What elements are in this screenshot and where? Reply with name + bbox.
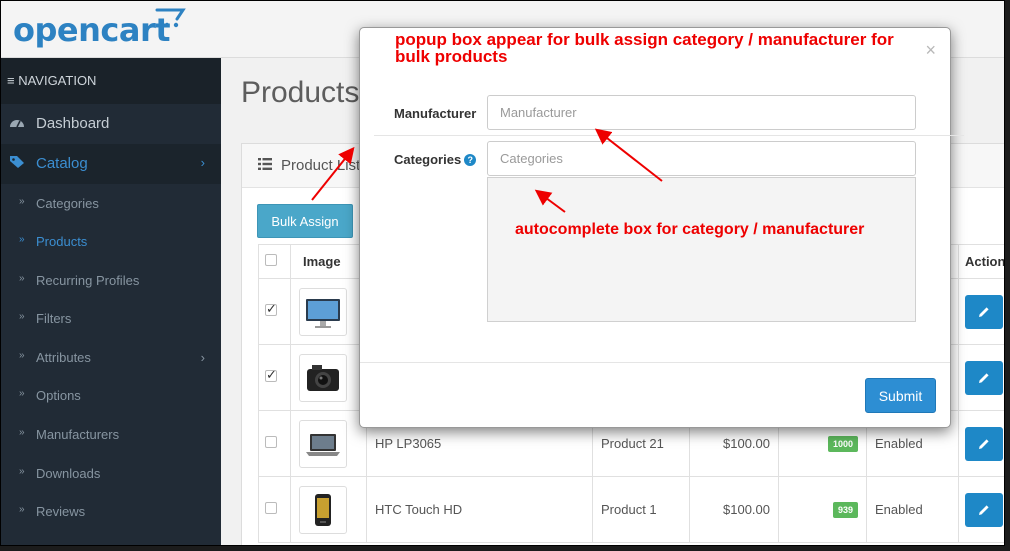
close-icon[interactable]: ×	[925, 40, 936, 61]
autocomplete-annotation: autocomplete box for category / manufact…	[515, 221, 865, 238]
double-chevron-icon: »	[19, 234, 25, 245]
double-chevron-icon: »	[19, 196, 25, 207]
row-checkbox[interactable]	[265, 367, 277, 383]
manufacturer-input[interactable]	[487, 95, 916, 130]
sidebar-item-label: Dashboard	[36, 115, 110, 132]
action-cell	[958, 410, 1004, 477]
double-chevron-icon: »	[19, 388, 25, 399]
chevron-right-icon: ›	[200, 155, 205, 170]
product-status: Enabled	[866, 476, 959, 543]
product-model: Product 1	[592, 476, 690, 543]
double-chevron-icon: »	[19, 504, 25, 515]
sidebar-item-label: Catalog	[36, 155, 88, 172]
product-name: HTC Touch HD	[366, 476, 593, 543]
image-cell	[290, 476, 367, 543]
subitem-label: Downloads	[36, 466, 101, 481]
sidebar: ≡ NAVIGATION Dashboard Catalog › » Categ…	[1, 58, 221, 545]
pencil-icon	[979, 504, 989, 515]
double-chevron-icon: »	[19, 466, 25, 477]
product-quantity: 939	[778, 476, 867, 543]
row-select-cell	[258, 278, 291, 345]
subitem-label: Options	[36, 388, 81, 403]
bulk-assign-button[interactable]: Bulk Assign	[257, 204, 353, 238]
opencart-logo[interactable]: opencart	[13, 8, 186, 49]
help-icon[interactable]: ?	[464, 154, 477, 166]
pencil-icon	[979, 438, 989, 449]
double-chevron-icon: »	[19, 273, 25, 284]
image-cell	[290, 278, 367, 345]
subitem-label: Products	[36, 234, 88, 249]
edit-button[interactable]	[965, 360, 1003, 395]
double-chevron-icon: »	[19, 427, 25, 438]
product-price: $100.00	[689, 476, 779, 543]
camera-image	[299, 353, 347, 402]
image-cell	[290, 410, 367, 477]
page-title: Products	[241, 76, 360, 109]
panel-title: Product List	[281, 157, 361, 174]
categories-label-text: Categories	[394, 152, 462, 167]
row-checkbox[interactable]	[265, 301, 277, 317]
row-select-cell	[258, 410, 291, 477]
subitem-label: Attributes	[36, 350, 91, 365]
sidebar-item-dashboard[interactable]: Dashboard	[1, 115, 221, 135]
pencil-icon	[979, 306, 989, 317]
column-header-image[interactable]: Image	[290, 244, 367, 279]
subitem-label: Manufacturers	[36, 427, 120, 442]
navigation-header[interactable]: ≡ NAVIGATION	[1, 58, 221, 104]
popup-annotation-line1: popup box appear for bulk assign categor…	[395, 30, 894, 49]
logo-text: opencart	[13, 11, 171, 49]
submit-button[interactable]: Submit	[865, 378, 936, 413]
double-chevron-icon: »	[19, 311, 25, 322]
pencil-icon	[979, 372, 989, 383]
image-cell	[290, 344, 367, 411]
autocomplete-box[interactable]	[487, 177, 916, 322]
subitem-label: Categories	[36, 196, 99, 211]
edit-button[interactable]	[965, 294, 1003, 329]
quantity-badge: 939	[832, 502, 858, 518]
action-cell	[958, 476, 1004, 543]
cart-icon	[155, 8, 186, 28]
subitem-label: Reviews	[36, 504, 86, 519]
popup-annotation-line2: bulk products	[395, 47, 508, 66]
categories-label: Categories?	[394, 152, 477, 167]
subitem-label: Recurring Profiles	[36, 273, 140, 288]
laptop-image	[299, 419, 347, 468]
row-checkbox[interactable]	[265, 436, 277, 448]
action-cell	[958, 344, 1004, 411]
modal-footer-divider	[360, 362, 950, 363]
sidebar-item-catalog[interactable]: Catalog ›	[1, 144, 221, 184]
phone-image	[299, 485, 347, 534]
list-icon	[258, 158, 272, 170]
edit-button[interactable]	[965, 426, 1003, 461]
row-checkbox[interactable]	[265, 502, 277, 514]
row-divider	[374, 135, 964, 136]
tags-icon	[9, 155, 27, 173]
table-row: HTC Touch HD Product 1 $100.00 939 Enabl…	[258, 476, 1004, 543]
manufacturer-label: Manufacturer	[394, 106, 477, 121]
quantity-badge: 1000	[827, 436, 858, 452]
popup-annotation: popup box appear for bulk assign categor…	[395, 31, 894, 65]
column-header-action: Action	[958, 244, 1004, 279]
categories-input[interactable]	[487, 141, 916, 176]
select-all-cell	[258, 244, 291, 279]
dashboard-icon	[9, 115, 27, 133]
chevron-right-icon: ›	[200, 350, 205, 365]
action-cell	[958, 278, 1004, 345]
edit-button[interactable]	[965, 492, 1003, 527]
row-select-cell	[258, 476, 291, 543]
monitor-image	[299, 287, 347, 336]
double-chevron-icon: »	[19, 350, 25, 361]
subitem-label: Filters	[36, 311, 72, 326]
navigation-title: ≡ NAVIGATION	[7, 73, 97, 88]
select-all-checkbox[interactable]	[265, 254, 277, 266]
row-select-cell	[258, 344, 291, 411]
